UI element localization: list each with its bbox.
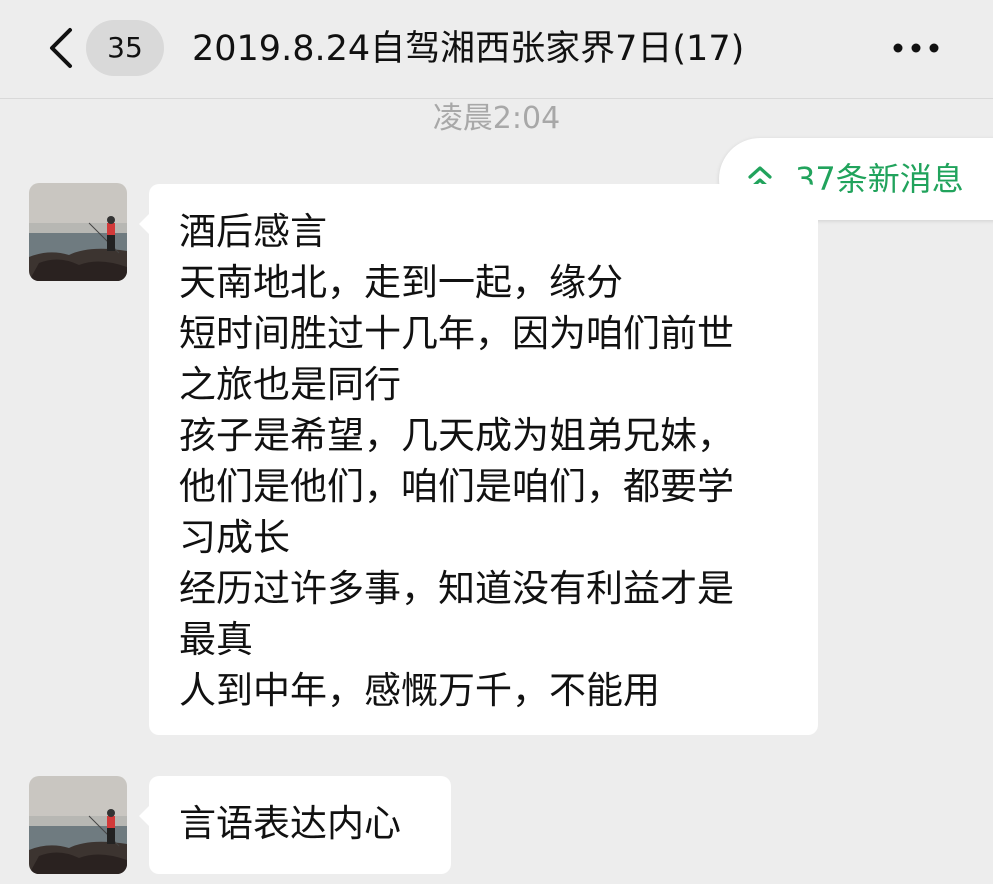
message-line: 他们是他们，咱们是咱们，都要学 xyxy=(179,465,734,508)
message-text: 酒后感言 天南地北，走到一起，缘分 短时间胜过十几年，因为咱们前世 之旅也是同行… xyxy=(179,206,734,716)
message-line: 经历过许多事，知道没有利益才是 xyxy=(179,567,734,610)
message-line: 酒后感言 xyxy=(179,210,327,253)
message-line: 习成长 xyxy=(179,516,290,559)
chat-header: 35 2019.8.24自驾湘西张家界7日(17) xyxy=(0,0,993,99)
chat-title[interactable]: 2019.8.24自驾湘西张家界7日(17) xyxy=(192,22,744,76)
message-line: 人到中年，感慨万千，不能用 xyxy=(179,669,660,712)
unread-count-badge[interactable]: 35 xyxy=(86,20,164,76)
message-timestamp: 凌晨2:04 xyxy=(432,101,561,136)
message-line: 之旅也是同行 xyxy=(179,363,401,406)
back-button[interactable] xyxy=(44,26,80,70)
message-bubble[interactable]: 酒后感言 天南地北，走到一起，缘分 短时间胜过十几年，因为咱们前世 之旅也是同行… xyxy=(139,184,818,735)
message-line: 言语表达内心 xyxy=(179,802,401,845)
message-line: 最真 xyxy=(179,618,253,661)
message-line: 天南地北，走到一起，缘分 xyxy=(179,261,623,304)
message-bubble[interactable]: 言语表达内心 xyxy=(139,776,451,874)
avatar[interactable] xyxy=(29,776,127,874)
new-messages-label: 37条新消息 xyxy=(795,160,964,198)
message-line: 孩子是希望，几天成为姐弟兄妹， xyxy=(179,414,734,457)
avatar-photo xyxy=(29,183,127,281)
avatar[interactable] xyxy=(29,183,127,281)
message-line: 短时间胜过十几年，因为咱们前世 xyxy=(179,312,734,355)
more-dots-icon xyxy=(893,43,939,53)
avatar-photo xyxy=(29,776,127,874)
chevron-left-icon xyxy=(50,28,72,68)
more-button[interactable] xyxy=(890,34,946,62)
message-text: 言语表达内心 xyxy=(179,798,401,849)
